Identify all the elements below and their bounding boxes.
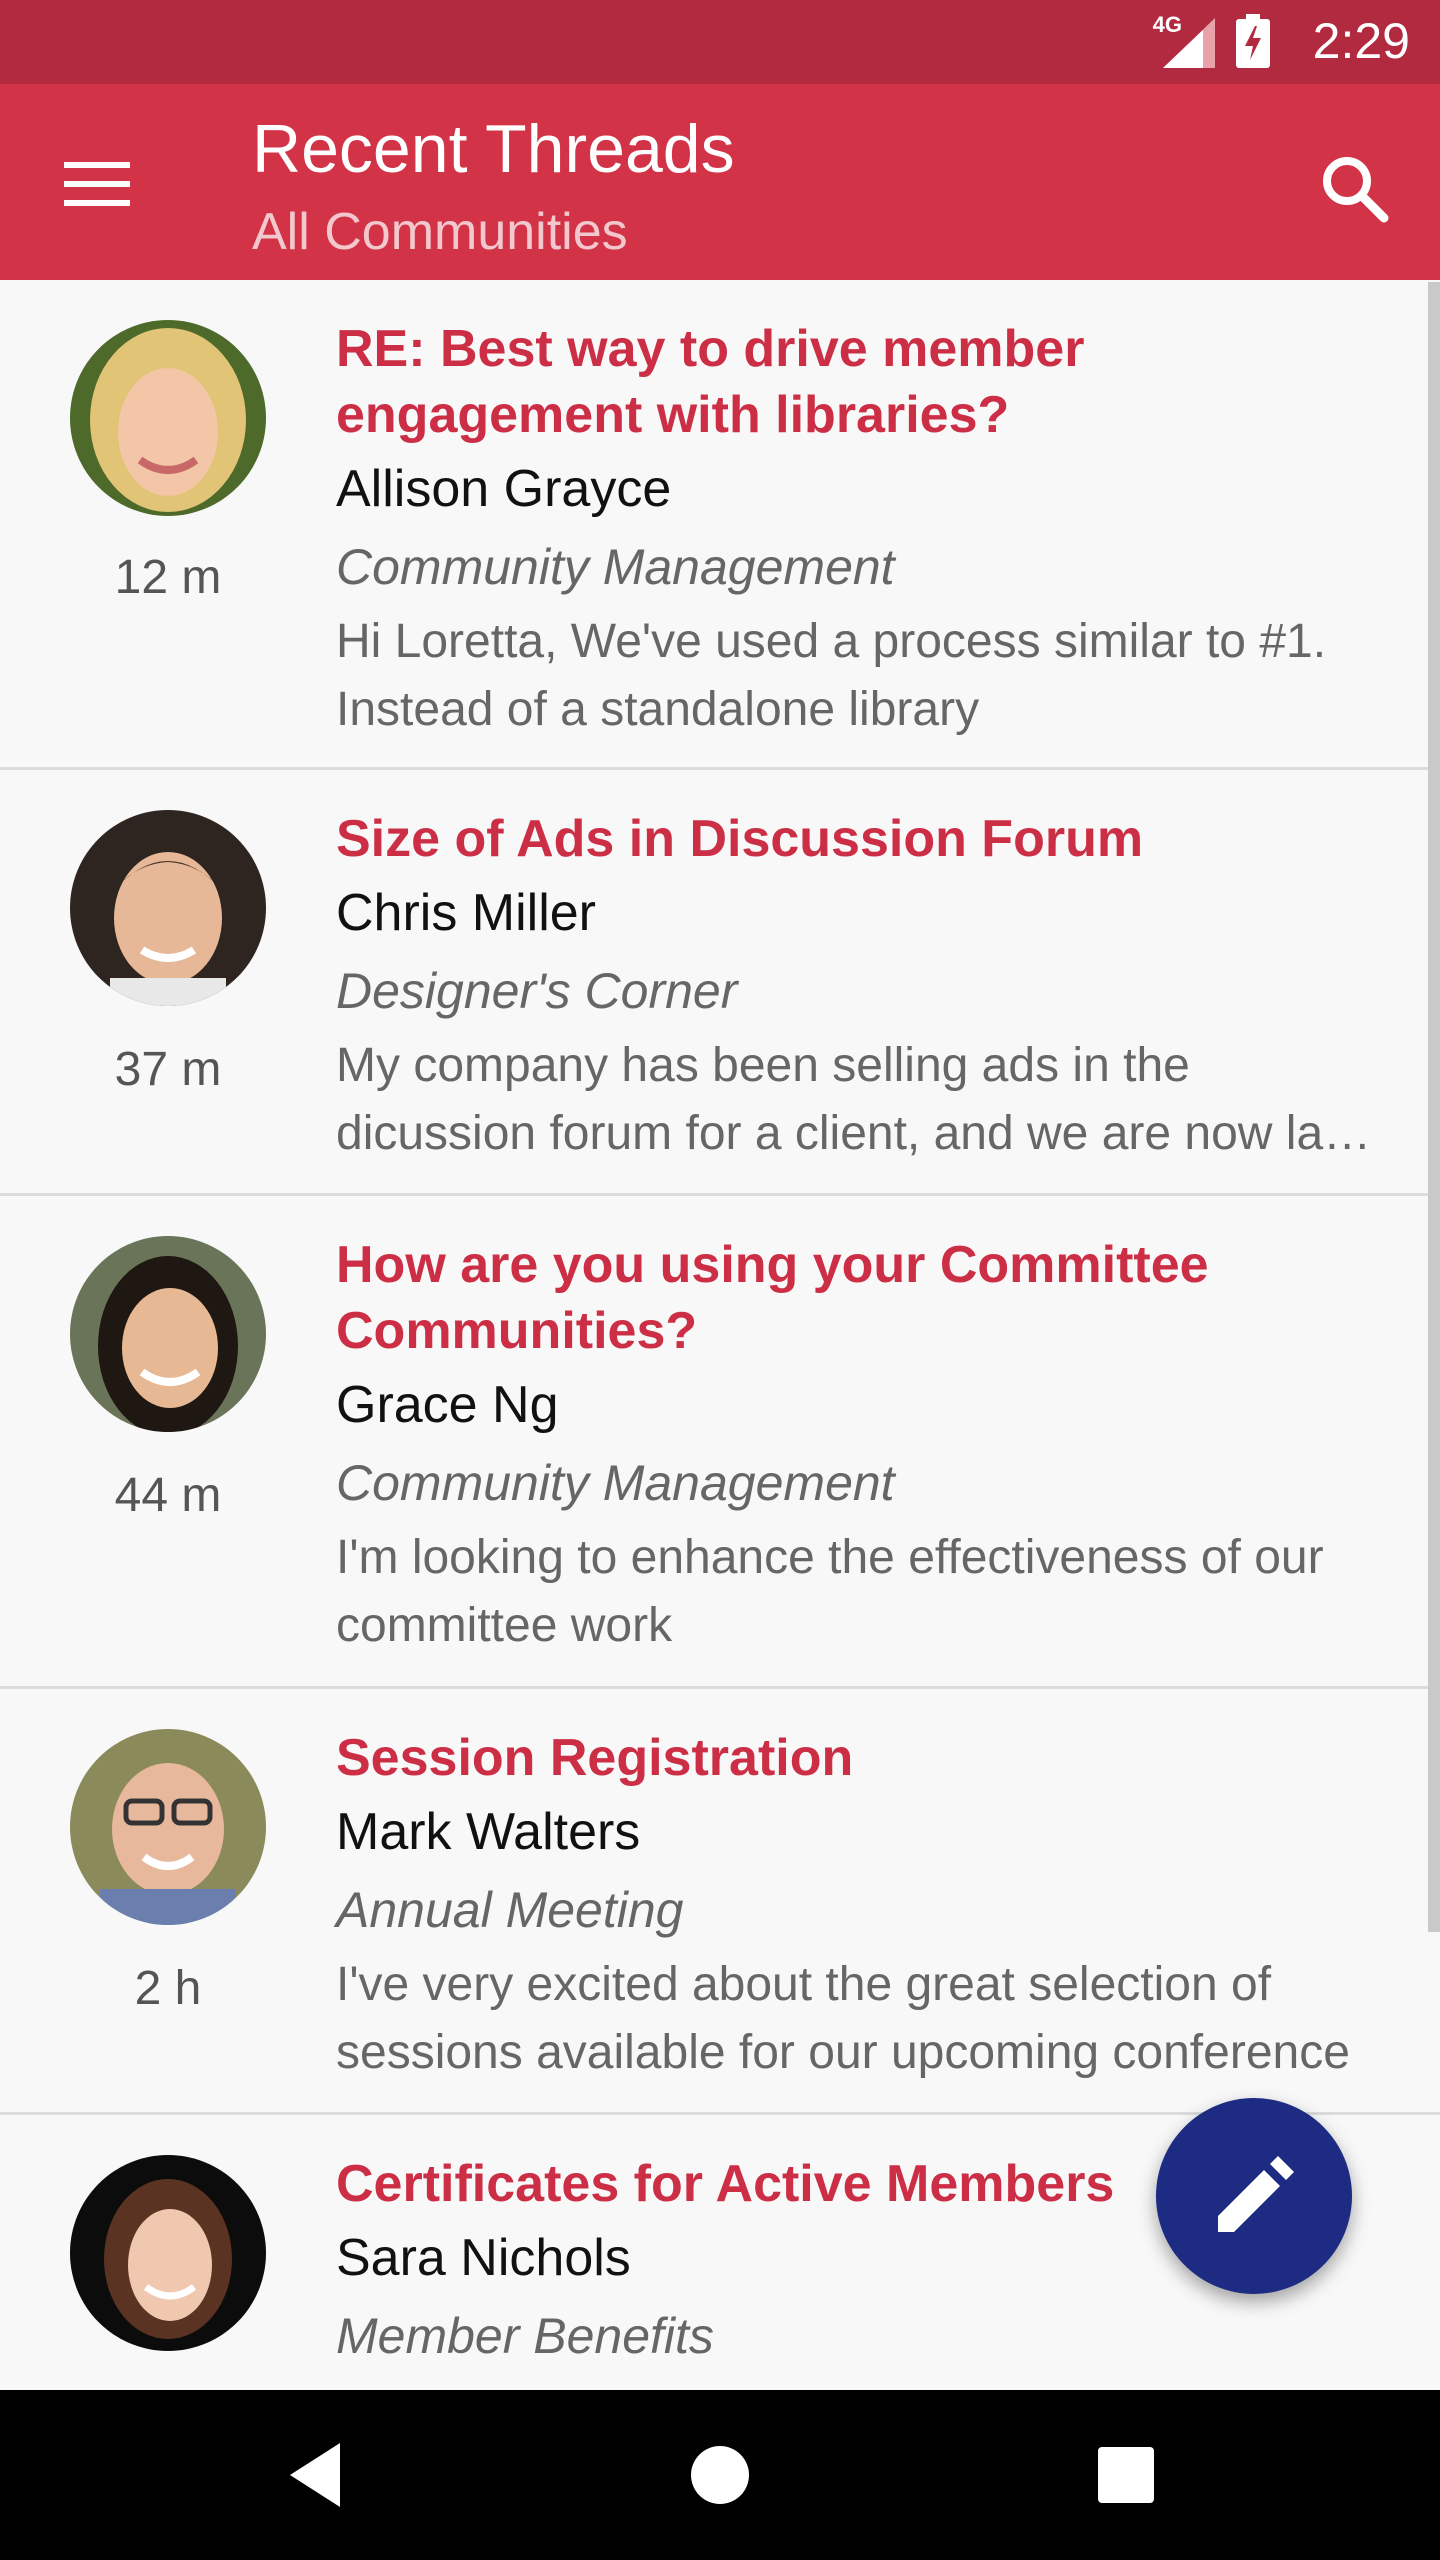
clock: 2:29 [1312,13,1410,69]
battery-charging-icon [1236,14,1270,68]
thread-community: Annual Meeting [336,1882,684,1938]
avatar [70,1729,266,1925]
hamburger-menu-icon [64,162,130,206]
avatar [70,2155,266,2351]
thread-title[interactable]: RE: Best way to drive member engagement … [336,316,1380,448]
thread-community: Member Benefits [336,2308,714,2364]
thread-preview: I'm looking to enhance the effectiveness… [336,1531,1324,1652]
thread-item[interactable]: 37 m Size of Ads in Discussion Forum Chr… [0,770,1440,1196]
search-icon [1323,157,1389,223]
home-button[interactable] [670,2425,770,2525]
thread-title[interactable]: How are you using your Committee Communi… [336,1232,1380,1364]
thread-item[interactable]: 44 m How are you using your Committee Co… [0,1196,1440,1689]
thread-author: Allison Grayce [336,460,672,518]
back-button[interactable] [268,2425,368,2525]
thread-list[interactable]: 12 m RE: Best way to drive member engage… [0,280,1440,2390]
menu-button[interactable] [48,142,148,226]
page-subtitle[interactable]: All Communities [252,202,628,262]
thread-title[interactable]: Size of Ads in Discussion Forum [336,806,1380,872]
navigation-bar [0,2390,1440,2560]
page-title: Recent Threads [252,111,735,187]
recents-icon [1098,2447,1154,2503]
thread-content: Size of Ads in Discussion Forum Chris Mi… [336,806,1380,1168]
back-icon [290,2443,340,2507]
avatar [70,1236,266,1432]
avatar [70,810,266,1006]
thread-author: Mark Walters [336,1803,641,1861]
thread-item[interactable]: 2 h Session Registration Mark Walters An… [0,1689,1440,2115]
pencil-edit-icon [1218,2156,1294,2232]
home-icon [691,2446,749,2504]
thread-content: Session Registration Mark Walters Annual… [336,1725,1380,2087]
thread-community: Community Management [336,539,895,595]
app-bar: Recent Threads All Communities [0,84,1440,280]
thread-author: Chris Miller [336,884,596,942]
thread-time: 12 m [114,551,222,604]
thread-item[interactable]: 12 m RE: Best way to drive member engage… [0,280,1440,770]
thread-community: Designer's Corner [336,963,738,1019]
thread-title[interactable]: Session Registration [336,1725,1380,1791]
scrollbar[interactable] [1428,282,1440,1932]
thread-author: Grace Ng [336,1376,559,1434]
thread-preview: My company has been selling ads in the d… [336,1039,1372,1160]
search-button[interactable] [1310,144,1400,234]
signal-icon [1163,18,1215,68]
thread-content: How are you using your Committee Communi… [336,1232,1380,1660]
recents-button[interactable] [1076,2425,1176,2525]
thread-preview: Hi Loretta, We've used a process similar… [336,615,1327,736]
compose-button[interactable] [1156,2098,1352,2294]
thread-time: 44 m [114,1469,222,1522]
thread-community: Community Management [336,1455,895,1511]
thread-time: 37 m [114,1043,222,1096]
thread-content: RE: Best way to drive member engagement … [336,316,1380,744]
thread-time: 2 h [134,1962,202,2015]
thread-preview: I've very excited about the great select… [336,1958,1350,2079]
avatar [70,320,266,516]
status-bar: 4G 2:29 [0,0,1440,84]
